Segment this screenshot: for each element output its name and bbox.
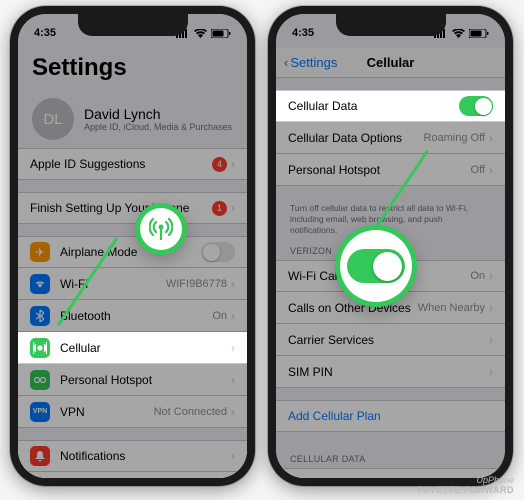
finish-setup-row[interactable]: Finish Setting Up Your iPhone 1 › [18, 192, 247, 224]
notifications-icon [30, 446, 50, 466]
status-time: 4:35 [34, 27, 56, 39]
page-title: Settings [18, 48, 247, 90]
chevron-right-icon: › [489, 131, 493, 145]
personal-hotspot-row[interactable]: Personal Hotspot Off › [276, 154, 505, 186]
vpn-row[interactable]: VPN VPN Not Connected › [18, 396, 247, 428]
notifications-row[interactable]: Notifications › [18, 440, 247, 472]
nav-title: Cellular [367, 55, 415, 70]
badge: 1 [212, 201, 227, 216]
chevron-right-icon: › [231, 373, 235, 387]
chevron-right-icon: › [231, 449, 235, 463]
airplane-icon: ✈︎ [30, 242, 50, 262]
apple-id-row[interactable]: DL David Lynch Apple ID, iCloud, Media &… [18, 90, 247, 148]
badge: 4 [212, 157, 227, 172]
cellular-data-toggle[interactable] [459, 96, 493, 116]
phone-settings: 4:35 Settings DL David Lynch Apple ID, i… [10, 6, 255, 486]
navbar: ‹ Settings Cellular [276, 48, 505, 78]
profile-name: David Lynch [84, 106, 232, 122]
avatar: DL [32, 98, 74, 140]
chevron-right-icon: › [489, 365, 493, 379]
cellular-data-section: CELLULAR DATA [276, 444, 505, 468]
chevron-right-icon: › [231, 201, 235, 215]
chevron-right-icon: › [489, 301, 493, 315]
cellular-data-row[interactable]: Cellular Data [276, 90, 505, 122]
watermark: UpPhone PAYETTE FORWARD [418, 476, 514, 496]
airplane-mode-row[interactable]: ✈︎ Airplane Mode [18, 236, 247, 268]
notch [336, 14, 446, 36]
battery-icon [211, 29, 231, 38]
screen-settings: 4:35 Settings DL David Lynch Apple ID, i… [18, 14, 247, 478]
cellular-icon [30, 338, 50, 358]
chevron-right-icon: › [231, 277, 235, 291]
vpn-icon: VPN [30, 402, 50, 422]
apple-id-suggestions-row[interactable]: Apple ID Suggestions 4 › [18, 148, 247, 180]
cellular-data-options-row[interactable]: Cellular Data Options Roaming Off › [276, 122, 505, 154]
sim-pin-row[interactable]: SIM PIN › [276, 356, 505, 388]
chevron-left-icon: ‹ [284, 55, 288, 70]
toggle-on-icon [347, 249, 405, 283]
bluetooth-icon [30, 306, 50, 326]
add-cellular-plan-row[interactable]: Add Cellular Plan [276, 400, 505, 432]
wifi-row[interactable]: Wi-Fi WIFI9B6778 › [18, 268, 247, 300]
wifi-icon [194, 29, 207, 38]
sounds-row[interactable]: Sounds & Haptics › [18, 472, 247, 478]
hotspot-icon [30, 370, 50, 390]
chevron-right-icon: › [489, 269, 493, 283]
notch [78, 14, 188, 36]
chevron-right-icon: › [231, 341, 235, 355]
antenna-icon [149, 218, 173, 240]
sounds-icon [30, 478, 50, 479]
carrier-services-row[interactable]: Carrier Services › [276, 324, 505, 356]
chevron-right-icon: › [231, 309, 235, 323]
airplane-toggle[interactable] [201, 242, 235, 262]
chevron-right-icon: › [231, 157, 235, 171]
hotspot-row[interactable]: Personal Hotspot › [18, 364, 247, 396]
chevron-right-icon: › [489, 163, 493, 177]
chevron-right-icon: › [489, 333, 493, 347]
wifi-icon [30, 274, 50, 294]
cellular-callout [140, 208, 182, 250]
toggle-callout [340, 230, 412, 302]
bluetooth-row[interactable]: Bluetooth On › [18, 300, 247, 332]
back-button[interactable]: ‹ Settings [284, 55, 337, 70]
cellular-row[interactable]: Cellular › [18, 332, 247, 364]
profile-sub: Apple ID, iCloud, Media & Purchases [84, 122, 232, 132]
status-time: 4:35 [292, 27, 314, 39]
chevron-right-icon: › [231, 405, 235, 419]
battery-icon [469, 29, 489, 38]
wifi-icon [452, 29, 465, 38]
